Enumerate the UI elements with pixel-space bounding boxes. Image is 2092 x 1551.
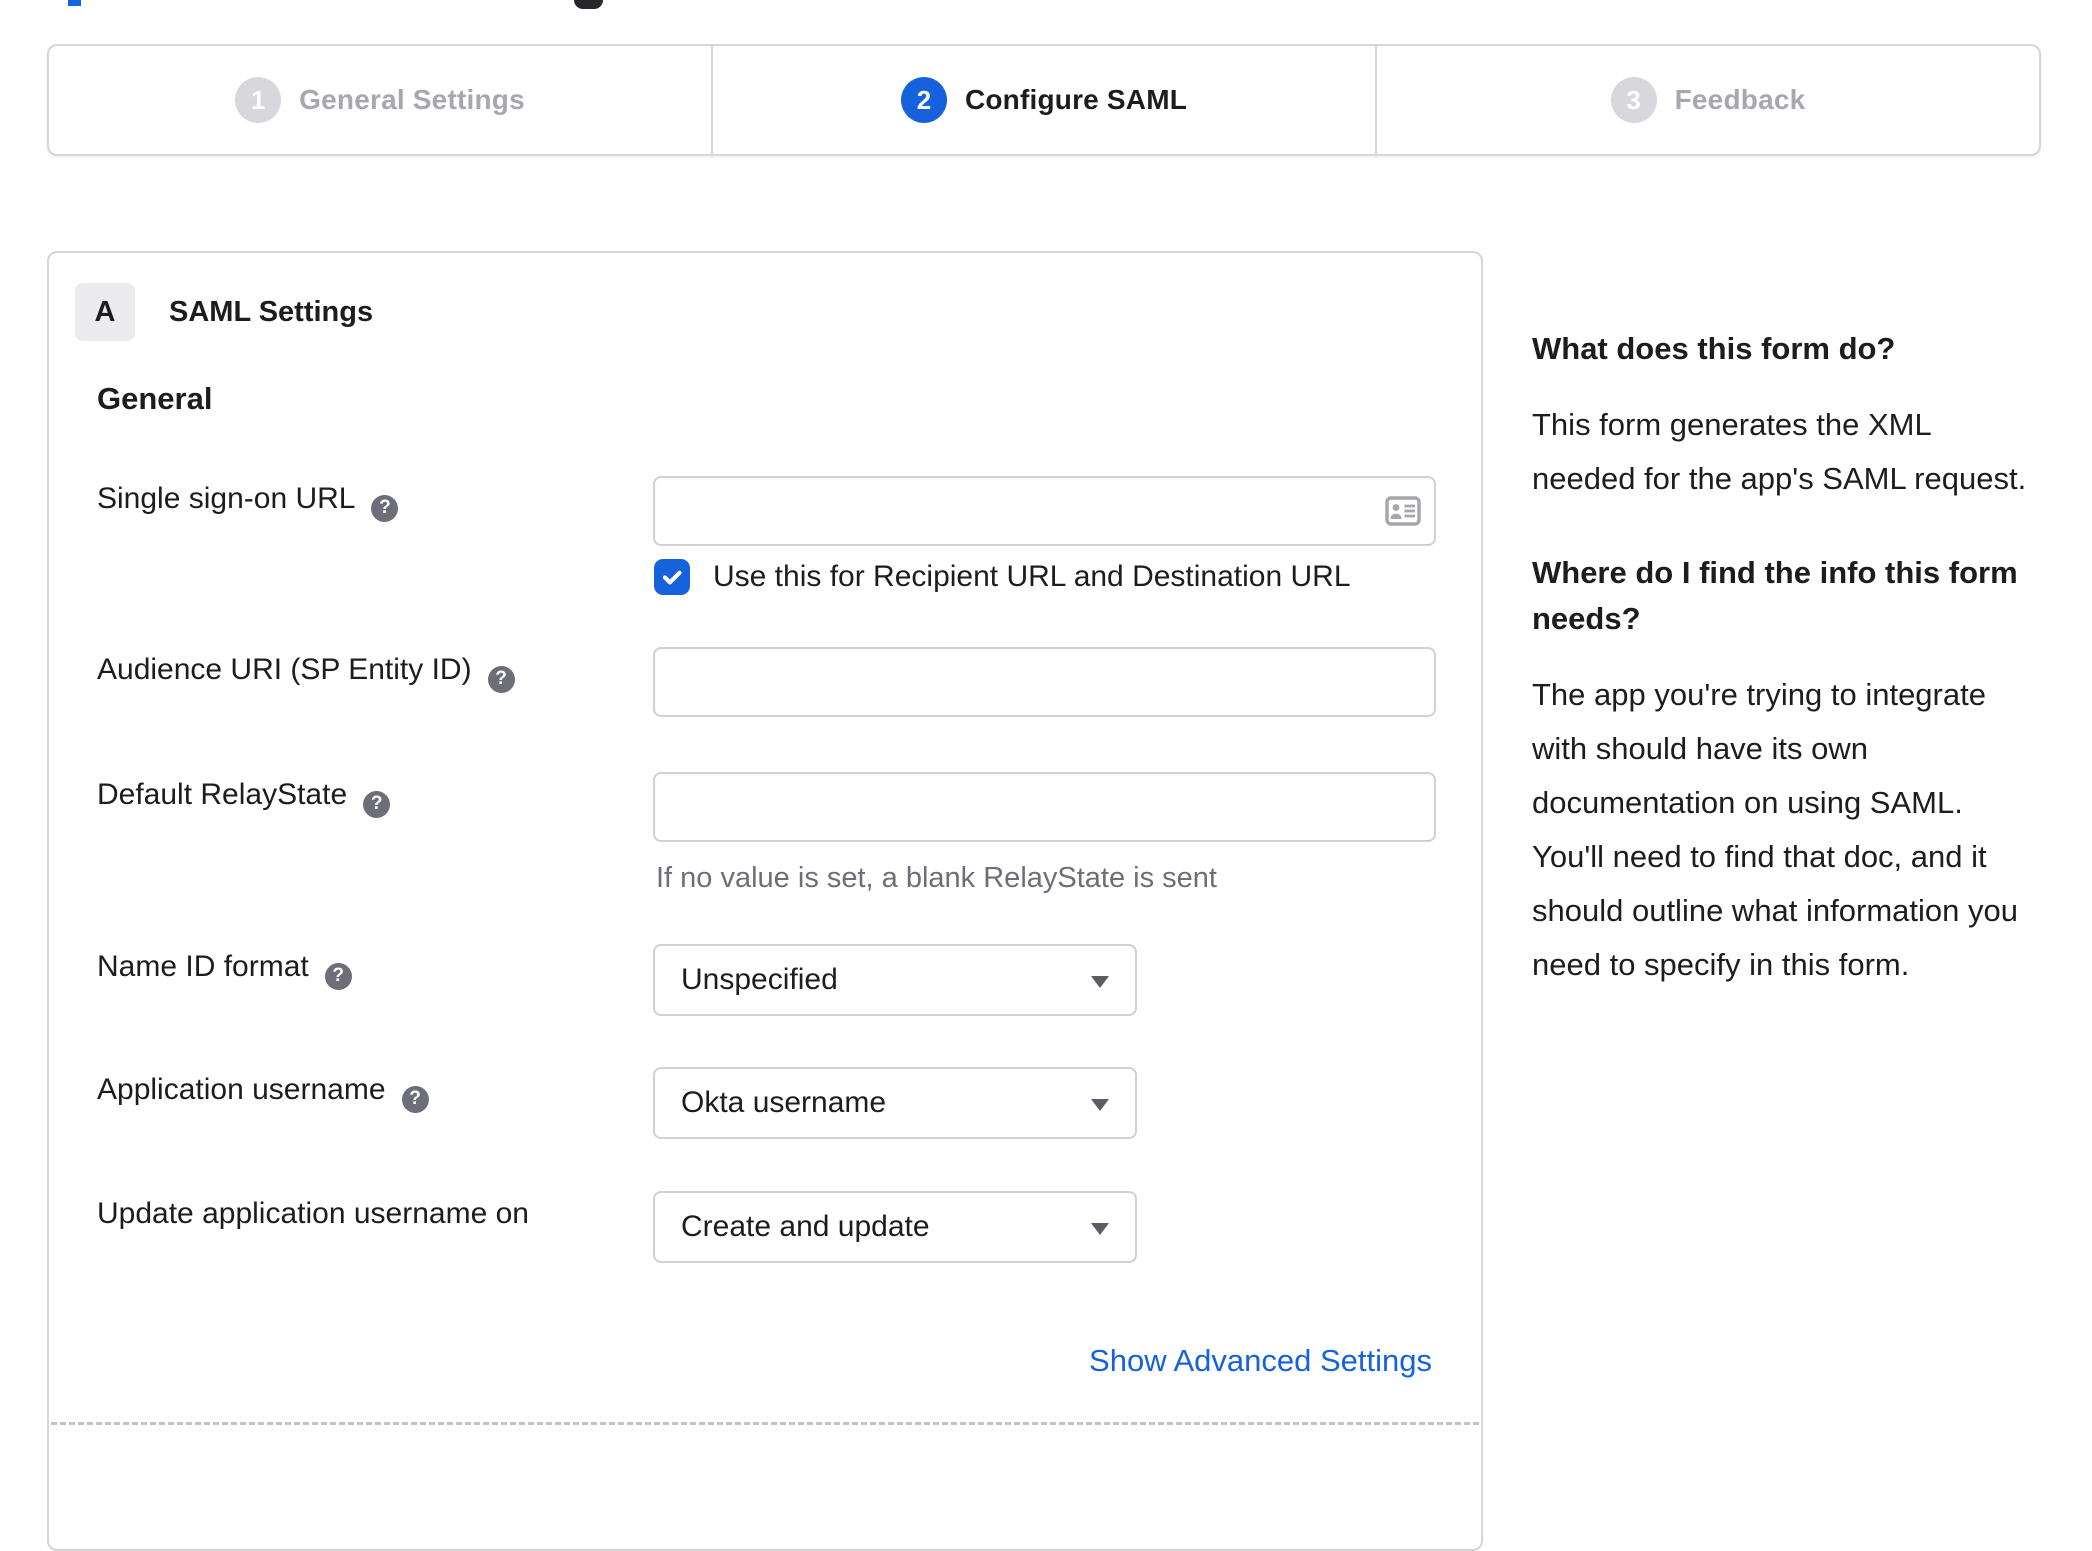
- chevron-down-icon: [1091, 1099, 1109, 1111]
- update-username-select[interactable]: Create and update: [653, 1191, 1137, 1263]
- chevron-down-icon: [1091, 976, 1109, 988]
- help-body-1: This form generates the XML needed for t…: [1532, 407, 2027, 496]
- section-title: SAML Settings: [169, 296, 374, 328]
- help-panel: What does this form do? This form genera…: [1532, 326, 2037, 1036]
- section-badge: A: [75, 283, 135, 341]
- sso-url-input[interactable]: [653, 476, 1436, 546]
- name-id-format-label-text: Name ID format: [97, 950, 309, 983]
- saml-settings-panel: A SAML Settings General Single sign-on U…: [47, 251, 1483, 1551]
- app-username-value: Okta username: [681, 1086, 887, 1119]
- section-divider: [51, 1422, 1479, 1425]
- update-username-label-text: Update application username on: [97, 1197, 529, 1230]
- relay-state-label: Default RelayState: [97, 778, 391, 818]
- chevron-down-icon: [1091, 1223, 1109, 1235]
- step-general-settings[interactable]: 1 General Settings: [49, 46, 711, 154]
- help-body-2: The app you're trying to integrate with …: [1532, 677, 2018, 982]
- name-id-format-label: Name ID format: [97, 950, 352, 990]
- audience-uri-label: Audience URI (SP Entity ID): [97, 653, 515, 693]
- app-username-label-text: Application username: [97, 1073, 386, 1106]
- step-label: Feedback: [1674, 84, 1806, 115]
- show-advanced-settings-link[interactable]: Show Advanced Settings: [1089, 1343, 1432, 1379]
- group-title: General: [97, 381, 213, 416]
- wizard-stepper: 1 General Settings 2 Configure SAML 3 Fe…: [47, 44, 2041, 156]
- app-username-select[interactable]: Okta username: [653, 1067, 1137, 1139]
- step-label: General Settings: [299, 84, 525, 115]
- help-icon[interactable]: [487, 665, 515, 693]
- cutoff-dark-fragment: [574, 0, 603, 9]
- help-icon[interactable]: [371, 494, 399, 522]
- help-icon[interactable]: [324, 962, 352, 990]
- audience-uri-label-text: Audience URI (SP Entity ID): [97, 653, 472, 686]
- app-username-label: Application username: [97, 1073, 429, 1113]
- sso-url-label-text: Single sign-on URL: [97, 482, 356, 515]
- contact-card-icon: [1385, 496, 1421, 526]
- name-id-format-value: Unspecified: [681, 963, 838, 996]
- cutoff-blue-fragment: [68, 0, 81, 6]
- help-heading-2: Where do I find the info this form needs…: [1532, 555, 2018, 636]
- relay-state-label-text: Default RelayState: [97, 778, 348, 811]
- help-icon[interactable]: [363, 790, 391, 818]
- step-label: Configure SAML: [964, 84, 1188, 115]
- relay-state-input[interactable]: [653, 772, 1436, 842]
- relay-state-hint: If no value is set, a blank RelayState i…: [656, 862, 1217, 894]
- recipient-url-checkbox-label: Use this for Recipient URL and Destinati…: [713, 560, 1351, 593]
- help-icon[interactable]: [401, 1085, 429, 1113]
- name-id-format-select[interactable]: Unspecified: [653, 944, 1137, 1016]
- update-username-label: Update application username on: [97, 1197, 529, 1231]
- update-username-value: Create and update: [681, 1210, 930, 1243]
- step-number-badge: 1: [235, 77, 282, 123]
- step-feedback[interactable]: 3 Feedback: [1375, 46, 2039, 154]
- help-heading-1: What does this form do?: [1532, 331, 1896, 366]
- audience-uri-input[interactable]: [653, 647, 1436, 717]
- step-number-badge: 2: [900, 77, 947, 123]
- recipient-url-checkbox[interactable]: [654, 559, 690, 595]
- step-configure-saml[interactable]: 2 Configure SAML: [711, 46, 1375, 154]
- checkmark-icon: [662, 570, 682, 585]
- step-number-badge: 3: [1610, 77, 1657, 123]
- sso-url-label: Single sign-on URL: [97, 482, 399, 522]
